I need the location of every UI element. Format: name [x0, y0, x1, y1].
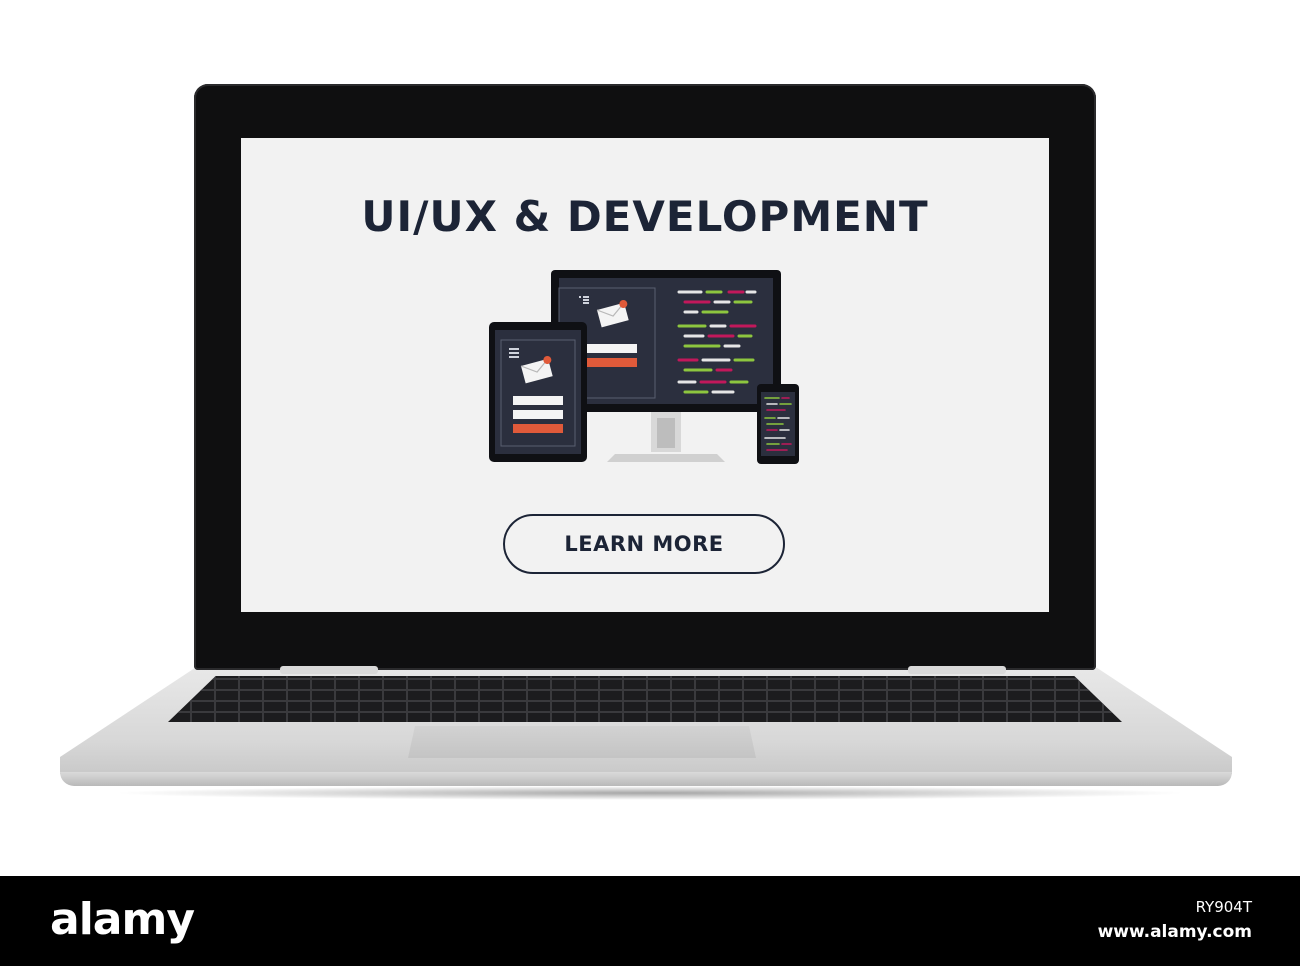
tablet-icon	[489, 322, 587, 462]
laptop-screen: UI/UX & DEVELOPMENT LEARN MORE	[241, 138, 1049, 612]
devices-illustration	[489, 270, 799, 464]
smartphone-icon	[757, 384, 799, 464]
laptop-hinge-left	[280, 666, 378, 674]
laptop-keyboard	[168, 676, 1122, 722]
watermark-strip: alamy RY904T www.alamy.com	[0, 876, 1300, 966]
image-id: RY904T	[1195, 898, 1252, 916]
laptop-shadow	[110, 786, 1190, 800]
alamy-logo: alamy	[50, 894, 195, 945]
laptop-touchpad	[408, 726, 756, 758]
laptop-base-edge	[60, 772, 1232, 786]
learn-more-button[interactable]: LEARN MORE	[503, 514, 785, 574]
page-title: UI/UX & DEVELOPMENT	[361, 192, 929, 241]
menu-icon	[509, 348, 519, 358]
watermark-url: www.alamy.com	[1097, 922, 1252, 942]
laptop-hinge-right	[908, 666, 1006, 674]
